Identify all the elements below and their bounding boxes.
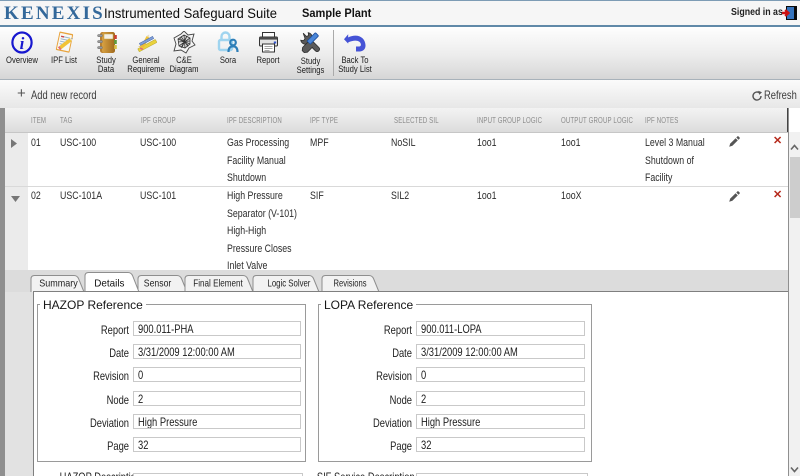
svg-text:Revisions: Revisions [334, 278, 367, 290]
svg-text:Logic Solver: Logic Solver [268, 278, 311, 290]
svg-text:Details: Details [94, 278, 124, 290]
svg-text:Final Element: Final Element [193, 278, 243, 290]
svg-text:i: i [20, 34, 25, 53]
svg-text:Sensor: Sensor [144, 278, 172, 290]
svg-text:Summary: Summary [39, 278, 78, 290]
